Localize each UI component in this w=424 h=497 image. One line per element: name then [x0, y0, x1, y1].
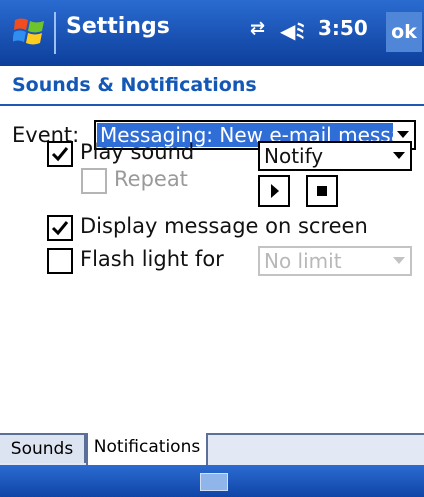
display-message-checkbox[interactable]: [47, 215, 73, 241]
chevron-down-icon: [393, 152, 405, 159]
checkmark-icon: [51, 221, 69, 236]
flash-duration-value: No limit: [264, 249, 342, 273]
display-message-label: Display message on screen: [80, 214, 368, 238]
chevron-down-icon: [397, 131, 409, 138]
volume-icon[interactable]: ◀ﾐ: [280, 15, 305, 44]
play-sound-checkbox[interactable]: [47, 141, 73, 167]
clock-time[interactable]: 3:50: [318, 16, 368, 40]
windows-start-icon[interactable]: [12, 16, 47, 48]
play-sound-label: Play sound: [80, 140, 195, 164]
play-icon: [271, 184, 279, 198]
flash-duration-dropdown[interactable]: No limit: [258, 246, 412, 276]
page-title: Sounds & Notifications: [12, 74, 257, 96]
chevron-down-icon: [393, 257, 405, 264]
stop-icon: [317, 186, 327, 196]
app-title: Settings: [66, 14, 170, 39]
title-bar: Settings ⇄ ◀ﾐ 3:50 ok: [0, 0, 424, 66]
sound-dropdown-value: Notify: [264, 144, 324, 168]
header-divider: [0, 104, 424, 106]
play-button[interactable]: [258, 175, 290, 207]
repeat-checkbox[interactable]: [81, 168, 107, 194]
tab-notifications[interactable]: Notifications: [86, 433, 208, 465]
flash-light-checkbox[interactable]: [47, 248, 73, 274]
stop-button[interactable]: [306, 175, 338, 207]
repeat-label: Repeat: [114, 167, 188, 191]
title-separator: [54, 12, 56, 54]
flash-light-label: Flash light for: [80, 247, 224, 271]
tab-bar: Sounds Notifications: [0, 433, 424, 465]
sound-dropdown[interactable]: Notify: [258, 141, 412, 171]
connectivity-icon[interactable]: ⇄: [250, 18, 265, 39]
checkmark-icon: [51, 147, 69, 162]
ok-button[interactable]: ok: [386, 12, 422, 52]
bottom-bar: [0, 465, 424, 497]
tab-sounds[interactable]: Sounds: [0, 435, 86, 463]
keyboard-icon[interactable]: [200, 473, 228, 491]
